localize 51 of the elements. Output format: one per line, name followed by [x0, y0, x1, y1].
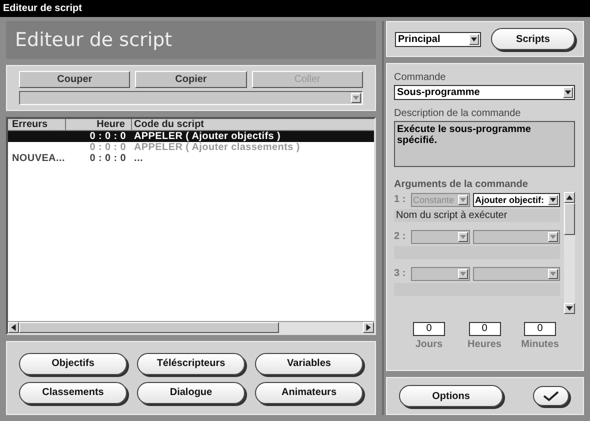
- nav-button[interactable]: Téléscripteurs: [137, 352, 245, 374]
- error-cell: NOUVEA...: [12, 153, 65, 164]
- argument-number: 1 :: [394, 194, 407, 205]
- script-row[interactable]: NOUVEA... 0 : 0 : 0 ...: [8, 153, 374, 164]
- dropdown-arrow-icon[interactable]: [351, 93, 361, 103]
- argument-value-select[interactable]: Ajouter objectif:: [473, 192, 560, 206]
- duration-label: Jours: [415, 339, 443, 350]
- options-button[interactable]: Options: [399, 385, 503, 407]
- dropdown-field[interactable]: [19, 91, 363, 105]
- scroll-up-icon[interactable]: [564, 192, 575, 203]
- argument-hint: Nom du script à exécuter: [394, 209, 560, 222]
- scroll-thumb[interactable]: [19, 322, 279, 333]
- dropdown-arrow-icon[interactable]: [548, 194, 558, 204]
- window-title: Editeur de script: [0, 0, 590, 17]
- description-box: Exécute le sous-programme spécifié.: [394, 121, 575, 167]
- duration-field[interactable]: 0: [413, 322, 445, 336]
- time-cell: 0 : 0 : 0: [90, 131, 126, 142]
- duration-field[interactable]: 0: [468, 322, 500, 336]
- command-label: Commande: [394, 72, 447, 83]
- scripts-button[interactable]: Scripts: [491, 28, 575, 50]
- argument-number: 2 :: [394, 231, 407, 242]
- duration-label: Heures: [468, 339, 502, 350]
- scroll-thumb[interactable]: [564, 203, 575, 235]
- script-select[interactable]: Principal: [395, 32, 481, 46]
- time-cell: 0 : 0 : 0: [90, 142, 126, 153]
- horizontal-scrollbar[interactable]: [8, 321, 374, 333]
- scroll-right-icon[interactable]: [363, 322, 374, 333]
- code-cell: APPELER ( Ajouter classements ): [134, 142, 300, 153]
- vertical-scrollbar[interactable]: [564, 192, 575, 314]
- scroll-left-icon[interactable]: [8, 322, 19, 333]
- header-title: Editeur de script: [15, 29, 172, 51]
- nav-button[interactable]: Classements: [19, 382, 127, 404]
- nav-button[interactable]: Variables: [255, 352, 363, 374]
- duration-field[interactable]: 0: [524, 322, 556, 336]
- edit-button[interactable]: Couper: [19, 71, 130, 88]
- edit-button[interactable]: Copier: [135, 71, 247, 88]
- checkmark-icon: [542, 390, 560, 402]
- code-cell: APPELER ( Ajouter objectifs ): [134, 131, 281, 142]
- duration-label: Minutes: [521, 339, 559, 350]
- confirm-button[interactable]: [533, 386, 569, 406]
- arguments-label: Arguments de la commande: [394, 179, 529, 190]
- nav-button[interactable]: Animateurs: [255, 382, 363, 404]
- nav-button[interactable]: Objectifs: [19, 352, 127, 374]
- script-row[interactable]: 0 : 0 : 0 APPELER ( Ajouter objectifs ): [8, 131, 374, 142]
- time-cell: 0 : 0 : 0: [90, 153, 126, 164]
- description-label: Description de la commande: [394, 108, 522, 119]
- scroll-down-icon[interactable]: [564, 303, 575, 314]
- command-select[interactable]: Sous-programme: [394, 85, 575, 100]
- code-cell: ...: [134, 153, 143, 164]
- nav-button[interactable]: Dialogue: [137, 382, 245, 404]
- argument-number: 3 :: [394, 268, 407, 279]
